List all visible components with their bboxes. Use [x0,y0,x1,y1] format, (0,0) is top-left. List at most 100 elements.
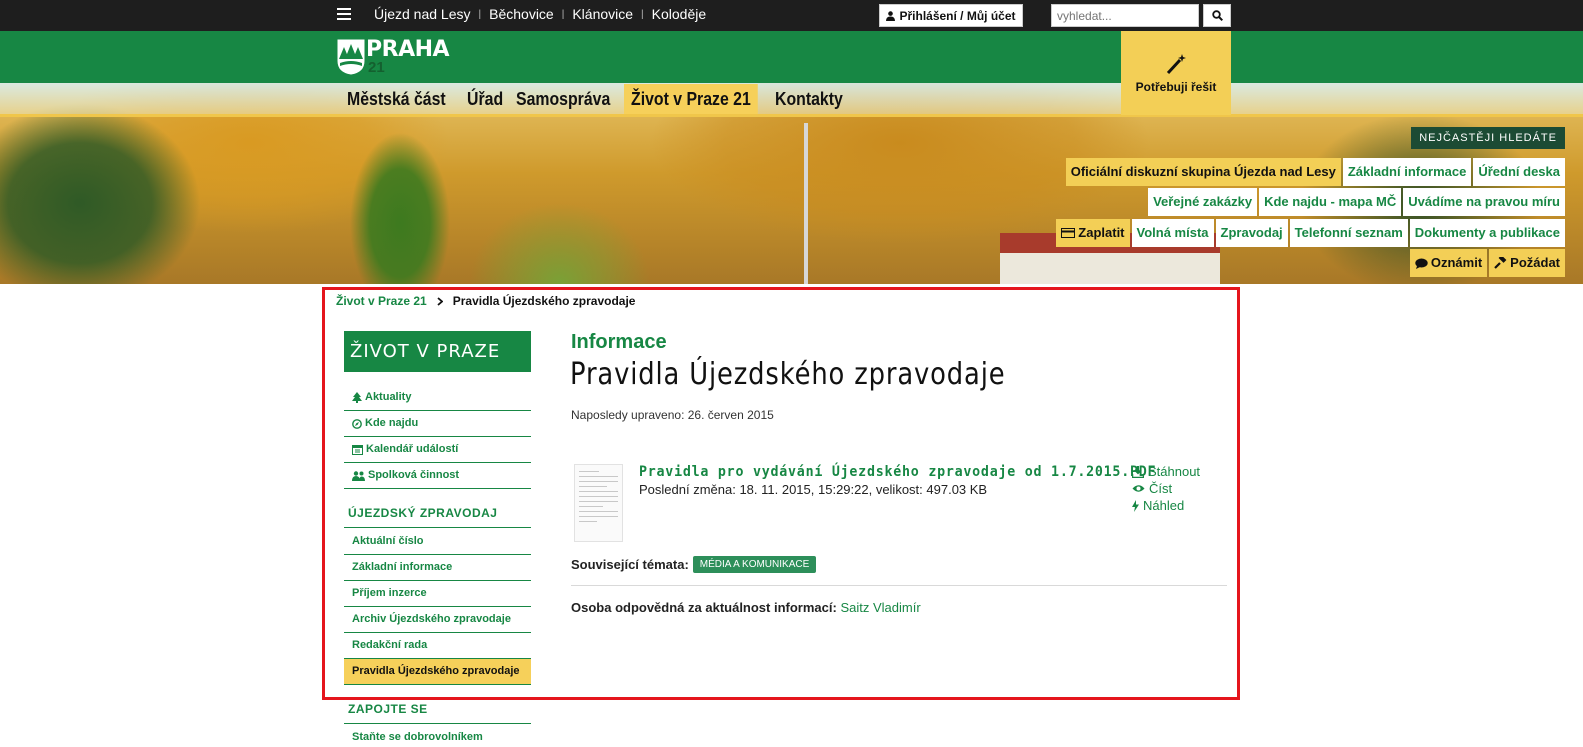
sidebar-item-kde-najdu[interactable]: Kde najdu [344,411,531,437]
quick-row-2: Veřejné zakázky Kde najdu - mapa MČ Uvád… [1148,188,1565,216]
preview-link[interactable]: Náhled [1132,498,1184,513]
download-icon [1132,465,1144,478]
responsible-name-link[interactable]: Saitz Vladimír [840,600,920,615]
sidebar-item-label: Příjem inzerce [352,587,427,599]
quick-link-label: Kde najdu - mapa MČ [1264,194,1397,209]
site-logo[interactable]: PRAHA 21 [337,37,450,76]
logo-text: PRAHA [366,37,450,62]
help-button[interactable]: Potřebuji řešit [1121,31,1231,115]
quick-row-3: Zaplatit Volná místa Zpravodaj Telefonní… [1056,219,1565,247]
quick-link-pay[interactable]: Zaplatit [1056,219,1130,247]
sidebar-item-label: Staňte se dobrovolníkem [352,731,483,743]
sidebar-item-pravidla[interactable]: Pravidla Újezdského zpravodaje [344,659,531,685]
download-label: Stáhnout [1148,464,1201,479]
sidebar-item-label: Kde najdu [365,417,419,429]
quick-link-request[interactable]: Požádat [1489,249,1565,277]
quick-link-label: Požádat [1510,255,1560,270]
magic-wand-icon [1166,54,1186,75]
quick-link-notice-board[interactable]: Úřední deska [1473,158,1565,186]
nav-urad[interactable]: Úřad [460,84,510,114]
sidebar-item-label: Redakční rada [352,639,428,651]
responsible-person: Osoba odpovědná za aktuálnost informací:… [571,600,921,615]
quick-link-label: Úřední deska [1478,164,1560,179]
quick-link-label: Veřejné zakázky [1153,194,1253,209]
search-icon [1211,10,1223,21]
sidebar-item-label: Základní informace [352,561,453,573]
chevron-right-icon [437,296,443,306]
nav-underline [0,114,1583,117]
read-link[interactable]: Číst [1132,481,1172,496]
district-link-koloděje[interactable]: Koloděje [652,6,707,22]
sidebar-item-spolkova-cinnost[interactable]: Spolková činnost [344,463,531,489]
sidebar-section-zpravodaj: ÚJEZDSKÝ ZPRAVODAJ [344,506,531,528]
sidebar-item-kalendar[interactable]: Kalendář událostí [344,437,531,463]
tree-icon [352,392,362,403]
sidebar-item-archiv[interactable]: Archiv Újezdského zpravodaje [344,607,531,633]
sidebar-item-redakcni-rada[interactable]: Redakční rada [344,633,531,659]
sidebar-item-aktualni-cislo[interactable]: Aktuální číslo [344,529,531,555]
sidebar-item-label: Pravidla Újezdského zpravodaje [352,665,520,677]
quick-link-report[interactable]: Oznámit [1409,249,1488,277]
gavel-icon [1494,257,1507,269]
quick-link-discussion[interactable]: Oficiální diskuzní skupina Újezda nad Le… [1065,158,1341,186]
nav-kontakty[interactable]: Kontakty [768,84,850,114]
quick-link-basic-info[interactable]: Základní informace [1342,158,1472,186]
quick-link-public-contracts[interactable]: Veřejné zakázky [1148,188,1258,216]
category-label: Informace [571,331,667,353]
last-updated: Naposledy upraveno: 26. červen 2015 [571,408,774,422]
quick-link-label: Zpravodaj [1220,225,1283,240]
quick-link-newsletter[interactable]: Zpravodaj [1215,219,1288,247]
district-link-bechovice[interactable]: Běchovice [489,6,554,22]
breadcrumb: Život v Praze 21 Pravidla Újezdského zpr… [336,294,635,308]
quick-link-documents[interactable]: Dokumenty a publikace [1409,219,1565,247]
nav-mestska-cast[interactable]: Městská část [340,84,453,114]
quick-link-label: Zaplatit [1078,225,1125,240]
credit-card-icon [1061,228,1076,238]
district-link-klanovice[interactable]: Klánovice [572,6,633,22]
quick-link-label: Dokumenty a publikace [1414,225,1560,240]
sidebar-item-dobrovolnik[interactable]: Staňte se dobrovolníkem [344,725,531,747]
help-label: Potřebuji řešit [1135,80,1217,94]
praha-21-emblem-icon [337,39,365,75]
document-thumbnail[interactable] [574,464,623,542]
sidebar-item-prijem-inzerce[interactable]: Příjem inzerce [344,581,531,607]
quick-link-label: Volná místa [1136,225,1209,240]
site-header [0,31,1583,83]
sidebar-item-label: Spolková činnost [368,469,460,481]
nav-zivot-v-praze-21[interactable]: Život v Praze 21 [624,84,758,114]
search-button[interactable] [1203,4,1231,27]
quick-link-label: Základní informace [1347,164,1467,179]
preview-label: Náhled [1143,498,1185,513]
quick-link-map[interactable]: Kde najdu - mapa MČ [1259,188,1402,216]
document-link[interactable]: Pravidla pro vydávání Újezdského zpravod… [639,464,1156,480]
lightning-icon [1132,499,1139,512]
breadcrumb-parent[interactable]: Život v Praze 21 [336,294,427,308]
eye-icon [1132,485,1145,492]
quick-link-label: Oficiální diskuzní skupina Újezda nad Le… [1070,164,1336,179]
quick-link-phonebook[interactable]: Telefonní seznam [1289,219,1408,247]
sidebar-item-label: Aktuální číslo [352,535,424,547]
calendar-icon [352,445,363,455]
district-link-ujezd[interactable]: Újezd nad Lesy [374,6,471,22]
sidebar-item-zakladni-informace[interactable]: Základní informace [344,555,531,581]
frequent-title: NEJČASTĚJI HLEDÁTE [1411,127,1565,149]
sidebar-item-aktuality[interactable]: Aktuality [344,385,531,411]
download-link[interactable]: Stáhnout [1132,464,1200,479]
sidebar-item-label: Archiv Újezdského zpravodaje [352,613,511,625]
read-label: Číst [1149,481,1173,496]
login-label: Přihlášení / Můj účet [899,8,1016,23]
divider [571,585,1227,586]
quick-link-jobs[interactable]: Volná místa [1131,219,1214,247]
search-input[interactable] [1051,4,1199,27]
quick-link-corrections[interactable]: Uvádíme na pravou míru [1403,188,1565,216]
login-button[interactable]: Přihlášení / Můj účet [879,4,1023,27]
logo-number: 21 [368,59,385,76]
related-tag[interactable]: MÉDIA A KOMUNIKACE [692,556,817,573]
user-icon [886,10,896,21]
sidebar-item-label: Kalendář událostí [366,443,459,455]
menu-icon[interactable] [337,8,351,20]
related-topics: Související témata: MÉDIA A KOMUNIKACE [571,556,817,573]
nav-samosprava[interactable]: Samospráva [509,84,617,114]
compass-icon [352,418,362,429]
quick-row-4: Oznámit Požádat [1409,249,1565,277]
